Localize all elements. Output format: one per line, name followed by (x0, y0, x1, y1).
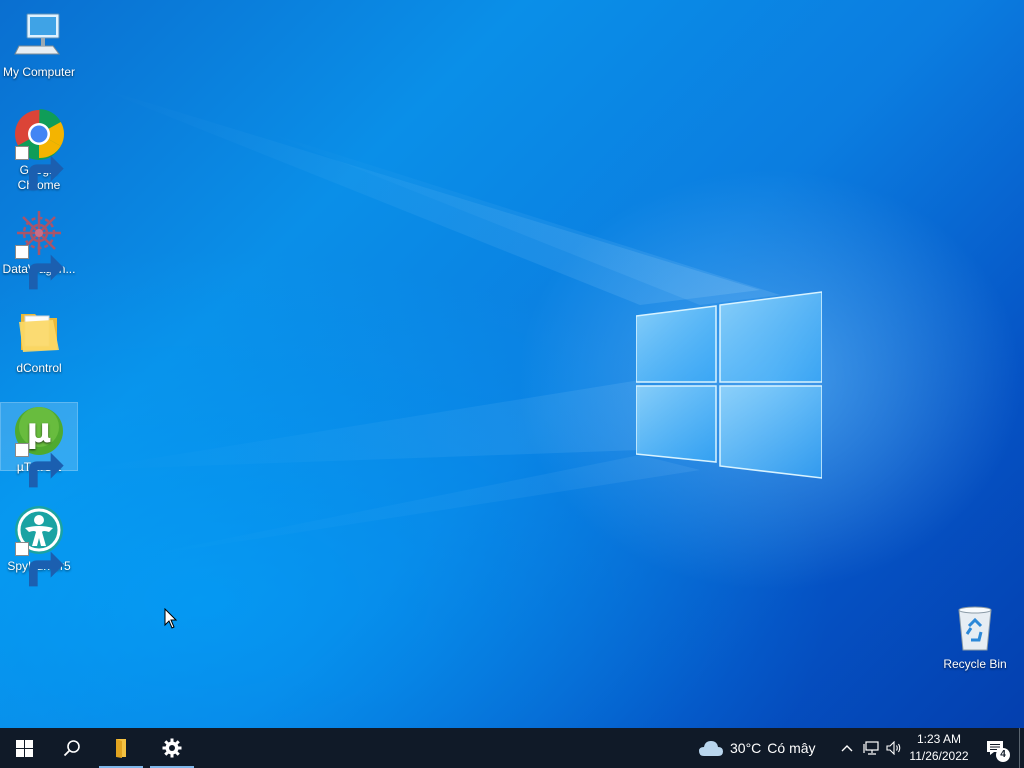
cloud-icon (699, 741, 723, 756)
taskbar-clock[interactable]: 1:23 AM 11/26/2022 (904, 731, 974, 765)
utorrent-icon: µ (13, 405, 65, 488)
gear-icon (162, 738, 182, 758)
shortcut-arrow-icon (15, 146, 64, 191)
start-button[interactable] (0, 728, 48, 768)
show-desktop-button[interactable] (1019, 728, 1024, 768)
notification-count-badge: 4 (996, 748, 1010, 762)
search-icon (63, 740, 80, 757)
desktop-icon-spyhunter5[interactable]: SpyHunter5 (1, 502, 77, 587)
search-button[interactable] (48, 728, 96, 768)
clock-date: 11/26/2022 (909, 749, 969, 763)
network-button[interactable] (861, 728, 881, 768)
folder-icon (13, 306, 65, 358)
desktop-icon-dcontrol[interactable]: dControl (1, 304, 77, 376)
show-hidden-icons-button[interactable] (838, 728, 856, 768)
desktop[interactable]: My Computer Google Chrome (0, 0, 1024, 728)
desktop-icon-label: My Computer (2, 65, 76, 79)
desktop-icon-my-computer[interactable]: My Computer (1, 8, 77, 80)
desktop-icon-label: Recycle Bin (943, 657, 1007, 671)
recycle-bin-icon (949, 602, 1001, 654)
shortcut-arrow-icon (15, 443, 64, 488)
taskbar-file-explorer[interactable] (97, 728, 145, 768)
volume-button[interactable] (884, 728, 904, 768)
shortcut-arrow-icon (15, 245, 64, 290)
computer-icon (13, 10, 65, 62)
desktop-icon-utorrent[interactable]: µ µTorrent (0, 402, 78, 488)
desktop-icon-datawagon[interactable]: DataWagon... (1, 205, 77, 290)
windows-logo-wallpaper (636, 291, 822, 479)
chrome-icon (13, 108, 65, 191)
weather-widget[interactable]: 30°C Có mây (698, 728, 816, 768)
windows-start-icon (15, 739, 33, 757)
weather-condition: Có mây (767, 740, 816, 756)
weather-temperature: 30°C (730, 740, 762, 756)
clock-time: 1:23 AM (916, 732, 962, 746)
folder-icon (116, 739, 126, 758)
datawagon-icon (13, 207, 65, 290)
taskbar: 30°C Có mây 1:23 AM 11/26/2022 4 (0, 728, 1024, 768)
desktop-icon-recycle-bin[interactable]: Recycle Bin (937, 600, 1013, 672)
desktop-icon-label: dControl (16, 361, 62, 375)
desktop-icon-google-chrome[interactable]: Google Chrome (1, 106, 77, 193)
network-icon (863, 741, 879, 755)
shortcut-arrow-icon (15, 542, 64, 587)
chevron-up-icon (841, 745, 853, 752)
spyhunter-icon (13, 504, 65, 587)
wallpaper-light-beams (80, 85, 780, 560)
mouse-cursor-icon (164, 608, 178, 629)
action-center-button[interactable]: 4 (980, 728, 1010, 768)
taskbar-settings[interactable] (148, 728, 196, 768)
volume-icon (886, 741, 901, 755)
